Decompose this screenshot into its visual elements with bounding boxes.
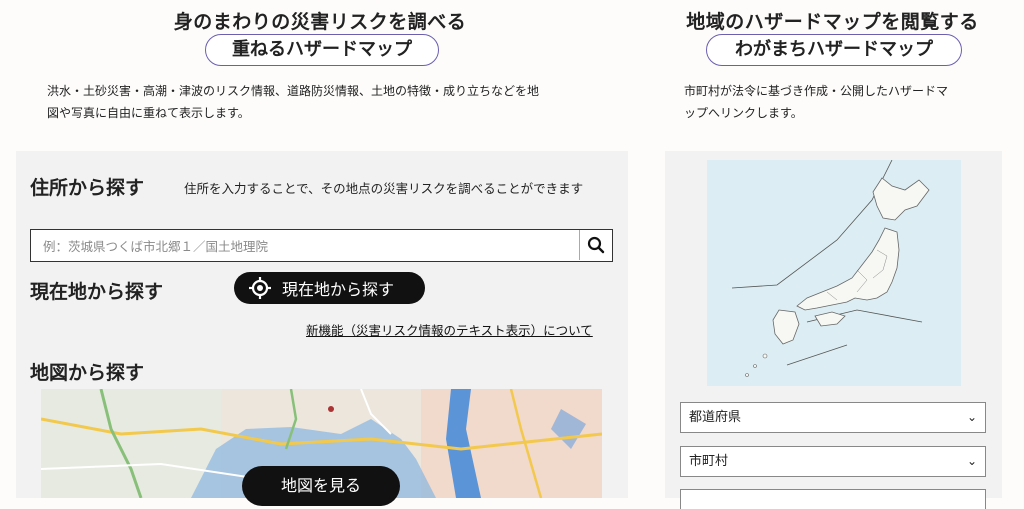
right-description: 市町村が法令に基づき作成・公開したハザードマ ップへリンクします。 [684, 80, 1004, 124]
municipality-select[interactable]: 市町村 ⌄ [680, 446, 986, 477]
view-map-button[interactable]: 地図を見る [242, 466, 400, 506]
chevron-down-icon: ⌄ [966, 454, 977, 468]
address-search-box [30, 229, 613, 262]
japan-map[interactable] [707, 159, 961, 386]
address-search-title: 住所から探す [30, 177, 145, 199]
current-location-button[interactable]: 現在地から探す [234, 272, 425, 304]
kasaneru-hazard-map-pill[interactable]: 重ねるハザードマップ [205, 34, 439, 66]
left-heading: 身のまわりの災害リスクを調べる [173, 11, 467, 33]
address-search-hint: 住所を入力することで、その地点の災害リスクを調べることができます [184, 181, 584, 196]
map-search-title: 地図から探す [30, 362, 145, 384]
prefecture-select-value: 都道府県 [689, 410, 742, 425]
address-search-button[interactable] [579, 230, 612, 260]
municipality-select-value: 市町村 [689, 454, 729, 469]
third-select-partial[interactable] [680, 489, 986, 509]
search-icon [587, 236, 605, 254]
current-location-title: 現在地から探す [30, 281, 164, 303]
left-description: 洪水・土砂災害・高潮・津波のリスク情報、道路防災情報、土地の特徴・成り立ちなどを… [47, 80, 607, 124]
crosshair-icon [249, 277, 271, 299]
left-description-line2: 図や写真に自由に重ねて表示します。 [47, 106, 250, 120]
current-location-button-label: 現在地から探す [282, 280, 395, 299]
japan-map-image [707, 159, 961, 386]
right-description-line1: 市町村が法令に基づき作成・公開したハザードマ [684, 84, 949, 98]
address-search-input[interactable] [41, 230, 575, 262]
new-feature-link[interactable]: 新機能（災害リスク情報のテキスト表示）について [306, 320, 593, 339]
left-description-line1: 洪水・土砂災害・高潮・津波のリスク情報、道路防災情報、土地の特徴・成り立ちなどを… [47, 84, 540, 98]
right-description-line2: ップへリンクします。 [684, 106, 803, 120]
right-heading: 地域のハザードマップを閲覧する [686, 11, 979, 33]
wagamachi-hazard-map-pill[interactable]: わがまちハザードマップ [706, 34, 962, 66]
chevron-down-icon: ⌄ [966, 410, 977, 424]
prefecture-select[interactable]: 都道府県 ⌄ [680, 402, 986, 433]
